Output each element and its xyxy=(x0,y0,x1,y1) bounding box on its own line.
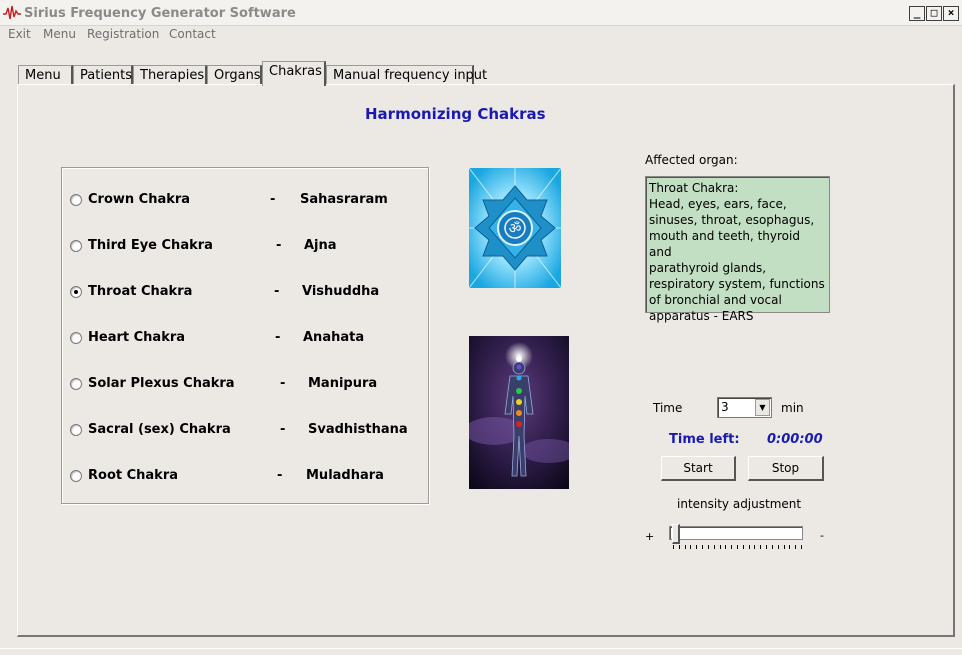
slider-tick xyxy=(684,545,686,549)
time-left-value: 0:00:00 xyxy=(767,432,823,447)
slider-tick xyxy=(789,545,791,549)
slider-tick xyxy=(795,545,797,549)
slider-tick xyxy=(801,545,802,549)
radio-button[interactable] xyxy=(70,424,82,436)
affected-organ-text: Throat Chakra: Head, eyes, ears, face, s… xyxy=(645,176,830,323)
slider-tick xyxy=(673,545,674,549)
maximize-button[interactable]: □ xyxy=(926,6,942,21)
tab-manual-frequency-input[interactable]: Manual frequency input xyxy=(326,65,487,86)
radio-button[interactable] xyxy=(70,332,82,344)
minimize-button[interactable]: _ xyxy=(909,6,925,21)
intensity-label: intensity adjustment xyxy=(677,497,802,511)
menu-registration[interactable]: Registration xyxy=(87,27,159,41)
window-title: Sirius Frequency Generator Software xyxy=(24,6,296,21)
page-title: Harmonizing Chakras xyxy=(365,105,546,123)
slider-tick xyxy=(713,545,715,549)
slider-tick xyxy=(725,545,727,549)
slider-tick xyxy=(696,545,698,549)
time-left-label: Time left: xyxy=(669,432,740,447)
intensity-slider-track[interactable] xyxy=(669,526,803,540)
tab-menu[interactable]: Menu xyxy=(18,65,73,86)
intensity-slider-thumb[interactable] xyxy=(672,524,680,544)
throat-chakra-symbol-image: ॐ xyxy=(469,168,561,288)
radio-button[interactable] xyxy=(70,470,82,482)
radio-button[interactable] xyxy=(70,194,82,206)
slider-tick xyxy=(678,545,680,549)
time-select[interactable]: 3 ▼ xyxy=(717,397,772,418)
menu-exit[interactable]: Exit xyxy=(8,27,31,41)
slider-tick xyxy=(754,545,756,549)
close-button[interactable]: × xyxy=(943,6,959,21)
stop-button[interactable]: Stop xyxy=(748,456,824,481)
tab-patients[interactable]: Patients xyxy=(73,65,133,86)
slider-tick xyxy=(742,545,744,549)
menu-contact[interactable]: Contact xyxy=(169,27,216,41)
menu-bar: Exit Menu Registration Contact xyxy=(0,26,962,44)
body-chakras-image xyxy=(469,336,569,489)
radio-button[interactable] xyxy=(70,378,82,390)
svg-text:ॐ: ॐ xyxy=(509,221,522,237)
app-logo-icon xyxy=(3,5,21,20)
slider-tick xyxy=(783,545,785,549)
slider-tick xyxy=(690,545,692,549)
slider-tick xyxy=(737,545,738,549)
slider-tick xyxy=(760,545,762,549)
dropdown-arrow-icon[interactable]: ▼ xyxy=(755,399,770,416)
status-bar xyxy=(0,648,962,655)
radio-button[interactable] xyxy=(70,240,82,252)
slider-tick xyxy=(731,545,733,549)
time-label: Time xyxy=(653,401,683,415)
time-unit-label: min xyxy=(781,401,804,415)
menu-menu[interactable]: Menu xyxy=(43,27,76,41)
slider-tick xyxy=(719,545,721,549)
slider-tick xyxy=(707,545,709,549)
intensity-slider-ticks xyxy=(673,545,802,550)
tab-chakras[interactable]: Chakras xyxy=(262,61,326,86)
tab-organs[interactable]: Organs xyxy=(207,65,262,86)
slider-tick xyxy=(702,545,704,549)
affected-organ-label: Affected organ: xyxy=(645,153,738,167)
slider-tick xyxy=(771,545,773,549)
slider-tick xyxy=(748,545,750,549)
time-select-value: 3 xyxy=(721,400,729,414)
intensity-plus-label: + xyxy=(645,530,655,543)
title-bar: Sirius Frequency Generator Software _ □ … xyxy=(0,0,962,26)
start-button[interactable]: Start xyxy=(661,456,736,481)
radio-button-selected[interactable] xyxy=(70,286,82,298)
tab-therapies[interactable]: Therapies xyxy=(133,65,207,86)
intensity-minus-label: - xyxy=(820,529,824,542)
slider-tick xyxy=(766,545,768,549)
slider-tick xyxy=(777,545,779,549)
